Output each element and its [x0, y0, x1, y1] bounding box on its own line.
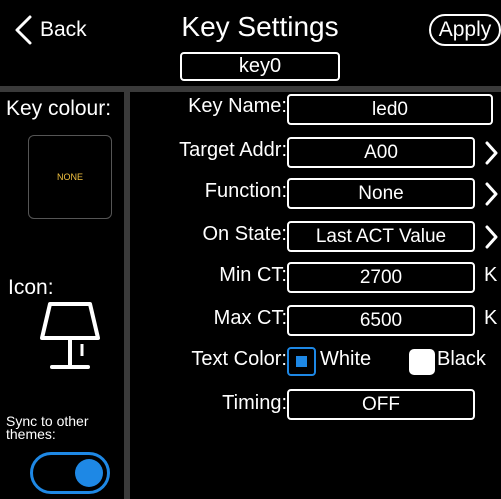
chevron-right-icon[interactable]	[484, 182, 498, 206]
key-name-label: Key Name:	[188, 95, 287, 117]
chevron-right-icon[interactable]	[484, 225, 498, 249]
target-addr-field[interactable]: A00	[287, 137, 475, 168]
max-ct-label: Max CT:	[213, 307, 287, 329]
min-ct-field[interactable]: 2700	[287, 262, 475, 293]
text-color-white-label[interactable]: White	[320, 348, 371, 371]
back-button-label: Back	[40, 18, 87, 41]
icon-label: Icon:	[8, 276, 54, 299]
lamp-icon[interactable]	[38, 300, 102, 372]
key-id-field[interactable]: key0	[180, 52, 340, 81]
apply-button[interactable]: Apply	[429, 14, 501, 46]
text-color-label: Text Color:	[191, 348, 287, 370]
function-field[interactable]: None	[287, 178, 475, 209]
key-colour-swatch[interactable]: NONE	[28, 135, 112, 219]
text-color-white-radio[interactable]	[287, 347, 316, 376]
text-color-black-label[interactable]: Black	[437, 348, 486, 371]
chevron-left-icon	[15, 15, 32, 45]
target-addr-label: Target Addr:	[179, 139, 287, 161]
on-state-label: On State:	[202, 223, 288, 245]
sync-themes-label: Sync to other themes:	[6, 413, 89, 442]
max-ct-field[interactable]: 6500	[287, 305, 475, 336]
timing-label: Timing:	[222, 392, 287, 414]
min-ct-unit: K	[484, 264, 498, 286]
key-colour-label: Key colour:	[6, 97, 112, 120]
selected-indicator	[296, 356, 307, 367]
back-button[interactable]: Back	[12, 14, 87, 46]
chevron-right-icon[interactable]	[484, 141, 498, 165]
header-divider	[0, 86, 501, 92]
page-title: Key Settings	[181, 11, 339, 42]
min-ct-label: Min CT:	[219, 264, 287, 286]
timing-field[interactable]: OFF	[287, 389, 475, 420]
on-state-field[interactable]: Last ACT Value	[287, 221, 475, 252]
text-color-black-radio[interactable]	[409, 349, 435, 375]
sync-themes-toggle[interactable]	[30, 452, 110, 494]
key-name-field[interactable]: led0	[287, 94, 493, 125]
function-label: Function:	[204, 180, 287, 202]
panel-divider	[124, 86, 130, 499]
max-ct-unit: K	[484, 307, 498, 329]
toggle-knob	[75, 459, 103, 487]
